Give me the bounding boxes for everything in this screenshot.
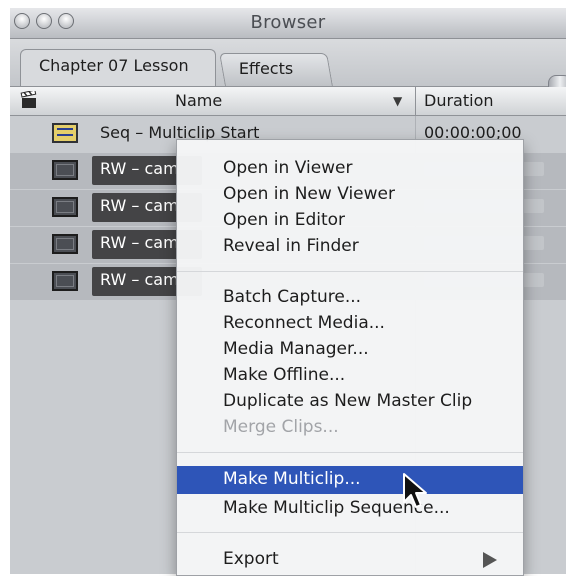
menu-item-label: Media Manager... xyxy=(223,339,369,359)
menu-item-media-manager[interactable]: Media Manager... xyxy=(177,338,523,362)
menu-item-export[interactable]: Export xyxy=(177,548,523,572)
menu-item-open-in-editor[interactable]: Open in Editor xyxy=(177,209,523,233)
menu-item-label: Open in New Viewer xyxy=(223,184,395,204)
duration-column-header[interactable]: Duration xyxy=(424,91,494,110)
tab-bar: Chapter 07 Lesson Effects xyxy=(10,39,566,113)
menu-item-open-in-new-viewer[interactable]: Open in New Viewer xyxy=(177,183,523,207)
menu-item-open-in-viewer[interactable]: Open in Viewer xyxy=(177,157,523,181)
menu-item-merge-clips: Merge Clips... xyxy=(177,416,523,440)
column-header: Name ▼ Duration xyxy=(10,87,566,116)
title-bar: Browser xyxy=(10,8,566,39)
menu-item-label: Export xyxy=(223,549,279,569)
sort-arrow-icon[interactable]: ▼ xyxy=(393,94,402,108)
menu-item-label: Batch Capture... xyxy=(223,287,362,307)
menu-separator xyxy=(177,532,523,533)
menu-item-label: Reveal in Finder xyxy=(223,236,359,256)
clip-icon xyxy=(52,234,78,254)
menu-item-make-offline[interactable]: Make Offline... xyxy=(177,364,523,388)
menu-item-label: Duplicate as New Master Clip xyxy=(223,391,473,411)
sequence-icon xyxy=(52,123,78,143)
menu-item-batch-capture[interactable]: Batch Capture... xyxy=(177,286,523,310)
submenu-arrow-icon xyxy=(483,552,497,568)
tab-effects-label: Effects xyxy=(238,59,294,78)
menu-item-label: Open in Editor xyxy=(223,210,346,230)
menu-item-label: Make Multiclip... xyxy=(223,469,361,489)
clip-icon xyxy=(52,197,78,217)
menu-item-reveal-in-finder[interactable]: Reveal in Finder xyxy=(177,235,523,259)
menu-separator xyxy=(177,452,523,453)
tab-effects[interactable]: Effects xyxy=(219,53,333,86)
menu-item-make-multiclip-sequence[interactable]: Make Multiclip Sequence... xyxy=(177,497,523,521)
context-menu: Open in Viewer Open in New Viewer Open i… xyxy=(176,139,524,576)
name-column-header[interactable]: Name xyxy=(175,91,222,110)
menu-item-label: Make Offline... xyxy=(223,365,346,385)
menu-item-duplicate-as-new-master-clip[interactable]: Duplicate as New Master Clip xyxy=(177,390,523,414)
menu-separator xyxy=(177,271,523,272)
clapper-icon xyxy=(20,91,37,108)
clip-icon xyxy=(52,160,78,180)
column-divider[interactable] xyxy=(415,87,416,115)
mouse-pointer-icon xyxy=(403,473,427,508)
menu-item-reconnect-media[interactable]: Reconnect Media... xyxy=(177,312,523,336)
menu-item-label: Open in Viewer xyxy=(223,158,353,178)
tab-chapter-07-lesson[interactable]: Chapter 07 Lesson xyxy=(20,49,216,86)
menu-item-label: Merge Clips... xyxy=(223,417,339,437)
window-title: Browser xyxy=(250,12,326,33)
clip-icon xyxy=(52,271,78,291)
menu-item-make-multiclip[interactable]: Make Multiclip... xyxy=(177,466,523,494)
menu-item-label: Reconnect Media... xyxy=(223,313,385,333)
